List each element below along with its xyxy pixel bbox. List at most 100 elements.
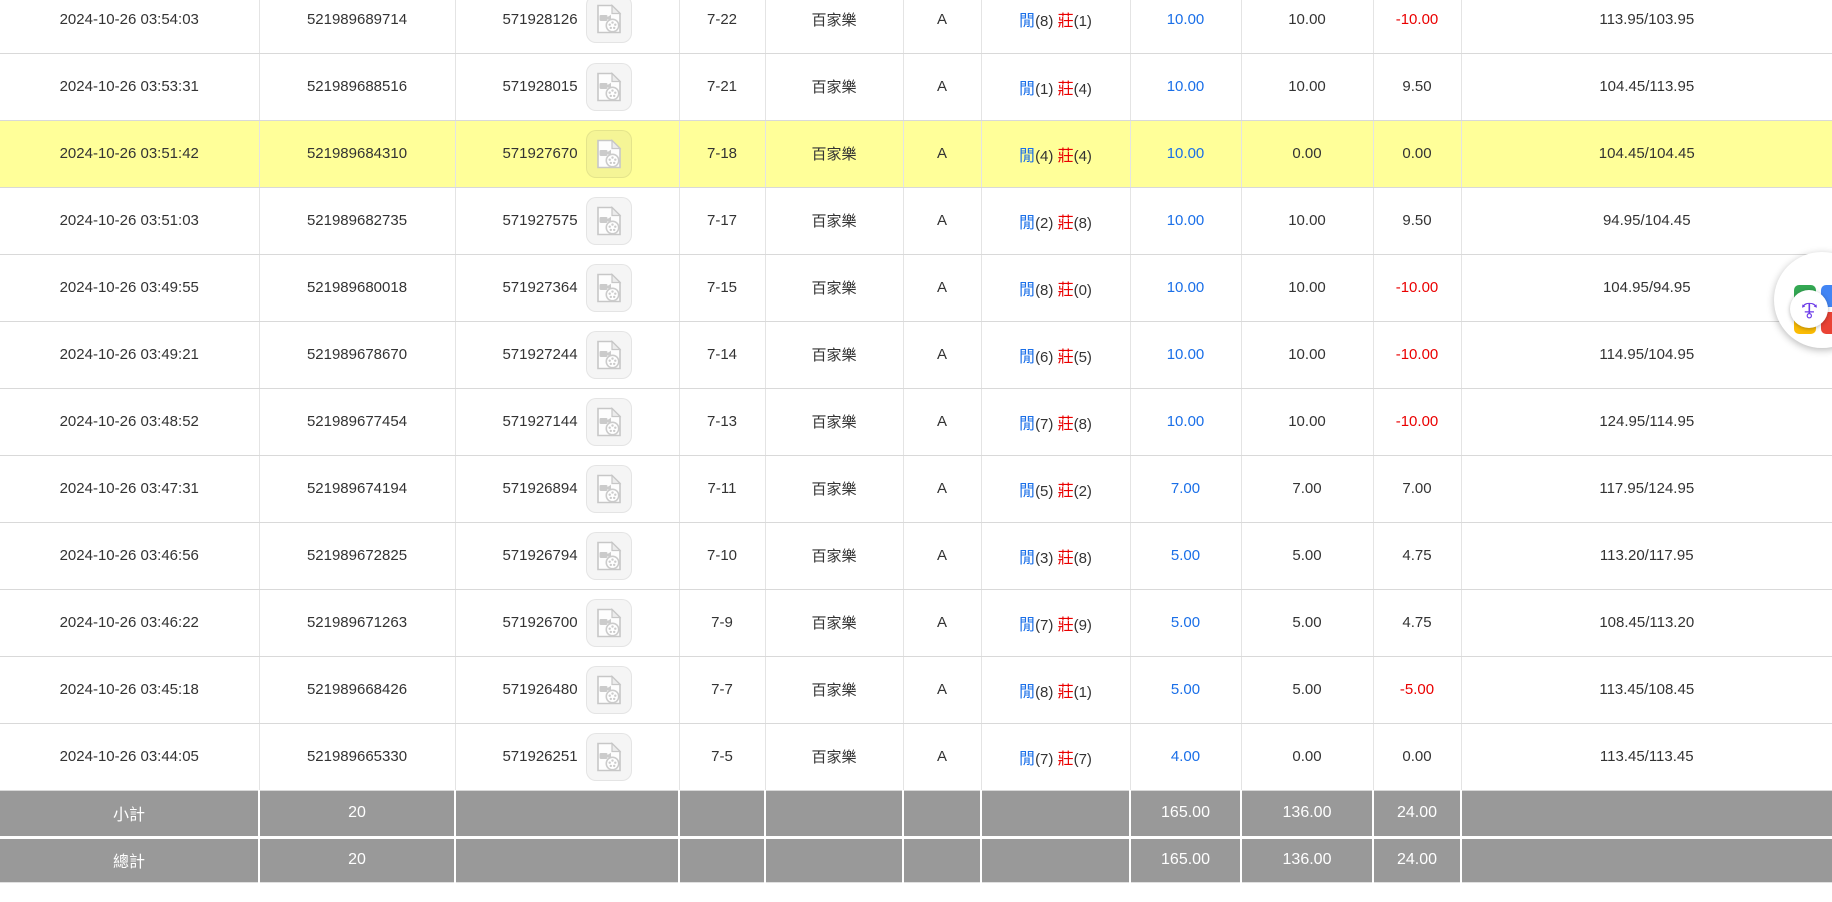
game-serial-text: 571927144 <box>502 413 577 430</box>
player-label: 閒 <box>1019 349 1035 366</box>
game-serial: 571926794 <box>455 522 679 589</box>
banker-label: 莊 <box>1058 751 1074 768</box>
bet-record-row: 2024-10-26 03:51:03521989682735571927575… <box>0 187 1832 254</box>
summary-count: 20 <box>259 837 455 882</box>
game-serial: 571926894 <box>455 455 679 522</box>
bet-amount-link[interactable]: 5.00 <box>1171 547 1200 564</box>
valid-amount: 0.00 <box>1241 723 1373 790</box>
bet-record-row: 2024-10-26 03:44:05521989665330571926251… <box>0 723 1832 790</box>
bet-amount-link[interactable]: 10.00 <box>1167 279 1205 296</box>
bet-amount-link[interactable]: 7.00 <box>1171 480 1200 497</box>
bet-amount: 7.00 <box>1130 455 1241 522</box>
player-label: 閒 <box>1019 751 1035 768</box>
round-number: 7-17 <box>679 187 765 254</box>
bet-amount-link[interactable]: 10.00 <box>1167 78 1205 95</box>
table-name: A <box>903 120 981 187</box>
video-replay-button[interactable] <box>586 599 632 647</box>
video-replay-button[interactable] <box>586 666 632 714</box>
balance: 114.95/104.95 <box>1461 321 1832 388</box>
video-replay-button[interactable] <box>586 130 632 178</box>
game-serial-text: 571927670 <box>502 145 577 162</box>
game-result: 閒(7) 莊(7) <box>981 723 1130 790</box>
game-result: 閒(8) 莊(1) <box>981 0 1130 53</box>
game-name: 百家樂 <box>765 589 903 656</box>
round-number: 7-18 <box>679 120 765 187</box>
summary-winloss-total: 24.00 <box>1373 790 1461 837</box>
bet-record-row: 2024-10-26 03:47:31521989674194571926894… <box>0 455 1832 522</box>
bet-id: 521989672825 <box>259 522 455 589</box>
game-name: 百家樂 <box>765 187 903 254</box>
bet-amount: 5.00 <box>1130 522 1241 589</box>
win-loss: 9.50 <box>1373 53 1461 120</box>
table-name: A <box>903 723 981 790</box>
grand-total-row: 總計20165.00136.0024.00 <box>0 837 1832 882</box>
bet-history-page: 2024-10-26 03:54:03521989689714571928126… <box>0 0 1832 902</box>
video-replay-button[interactable] <box>586 532 632 580</box>
valid-amount: 10.00 <box>1241 187 1373 254</box>
bet-amount: 5.00 <box>1130 589 1241 656</box>
bet-id: 521989665330 <box>259 723 455 790</box>
win-loss: -10.00 <box>1373 321 1461 388</box>
bet-amount-link[interactable]: 10.00 <box>1167 346 1205 363</box>
bet-record-row: 2024-10-26 03:53:31521989688516571928015… <box>0 53 1832 120</box>
game-result: 閒(3) 莊(8) <box>981 522 1130 589</box>
video-replay-button[interactable] <box>586 0 632 43</box>
bet-time: 2024-10-26 03:45:18 <box>0 656 259 723</box>
video-replay-button[interactable] <box>586 264 632 312</box>
bet-record-row: 2024-10-26 03:48:52521989677454571927144… <box>0 388 1832 455</box>
balance: 113.45/108.45 <box>1461 656 1832 723</box>
win-loss: 9.50 <box>1373 187 1461 254</box>
round-number: 7-21 <box>679 53 765 120</box>
game-serial: 571927575 <box>455 187 679 254</box>
bet-amount-link[interactable]: 10.00 <box>1167 11 1205 28</box>
bet-time: 2024-10-26 03:49:21 <box>0 321 259 388</box>
bet-id: 521989688516 <box>259 53 455 120</box>
video-replay-button[interactable] <box>586 63 632 111</box>
game-serial: 571928015 <box>455 53 679 120</box>
bet-amount-link[interactable]: 10.00 <box>1167 145 1205 162</box>
game-result: 閒(8) 莊(0) <box>981 254 1130 321</box>
video-replay-button[interactable] <box>586 331 632 379</box>
video-file-icon <box>596 608 622 638</box>
bet-amount-link[interactable]: 4.00 <box>1171 748 1200 765</box>
game-serial-text: 571926480 <box>502 681 577 698</box>
summary-empty <box>765 837 903 882</box>
video-replay-button[interactable] <box>586 733 632 781</box>
video-replay-button[interactable] <box>586 465 632 513</box>
game-result: 閒(8) 莊(1) <box>981 656 1130 723</box>
game-serial: 571926251 <box>455 723 679 790</box>
bet-id: 521989668426 <box>259 656 455 723</box>
game-serial-text: 571928015 <box>502 78 577 95</box>
balance: 104.45/104.45 <box>1461 120 1832 187</box>
win-loss: -5.00 <box>1373 656 1461 723</box>
bet-id: 521989689714 <box>259 0 455 53</box>
video-replay-button[interactable] <box>586 398 632 446</box>
summary-empty <box>679 790 765 837</box>
bet-id: 521989671263 <box>259 589 455 656</box>
game-serial: 571926700 <box>455 589 679 656</box>
player-label: 閒 <box>1019 416 1035 433</box>
bet-amount-link[interactable]: 10.00 <box>1167 413 1205 430</box>
banker-label: 莊 <box>1058 282 1074 299</box>
bet-amount-link[interactable]: 5.00 <box>1171 614 1200 631</box>
summary-empty <box>1461 837 1832 882</box>
bet-amount: 10.00 <box>1130 53 1241 120</box>
bet-amount-link[interactable]: 10.00 <box>1167 212 1205 229</box>
bet-amount: 10.00 <box>1130 187 1241 254</box>
bet-record-row: 2024-10-26 03:51:42521989684310571927670… <box>0 120 1832 187</box>
summary-empty <box>981 837 1130 882</box>
video-replay-button[interactable] <box>586 197 632 245</box>
player-label: 閒 <box>1019 282 1035 299</box>
summary-winloss-total: 24.00 <box>1373 837 1461 882</box>
valid-amount: 5.00 <box>1241 656 1373 723</box>
game-name: 百家樂 <box>765 120 903 187</box>
bet-time: 2024-10-26 03:51:42 <box>0 120 259 187</box>
bet-amount-link[interactable]: 5.00 <box>1171 681 1200 698</box>
summary-valid-total: 136.00 <box>1241 790 1373 837</box>
banker-label: 莊 <box>1058 81 1074 98</box>
bet-time: 2024-10-26 03:51:03 <box>0 187 259 254</box>
valid-amount: 10.00 <box>1241 0 1373 53</box>
player-label: 閒 <box>1019 550 1035 567</box>
video-file-icon <box>596 139 622 169</box>
game-serial: 571926480 <box>455 656 679 723</box>
